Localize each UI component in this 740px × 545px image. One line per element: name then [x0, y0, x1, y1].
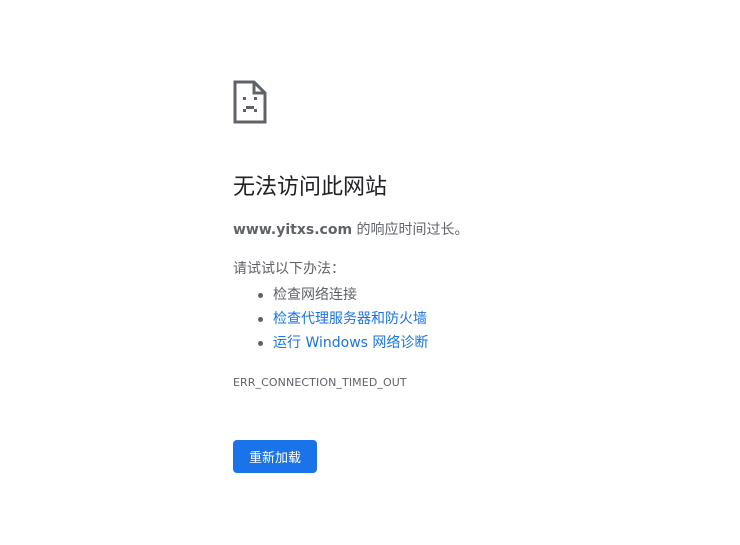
suggestion-run-diagnostics: 运行 Windows 网络诊断 — [258, 331, 713, 355]
reload-button[interactable]: 重新加载 — [233, 440, 317, 473]
suggestion-check-proxy-firewall: 检查代理服务器和防火墙 — [258, 307, 713, 331]
suggestion-check-network: 检查网络连接 — [258, 283, 713, 307]
run-network-diagnostics-link[interactable]: 运行 Windows 网络诊断 — [273, 335, 428, 351]
error-domain: www.yitxs.com — [233, 222, 353, 238]
error-summary-text: 的响应时间过长。 — [352, 222, 469, 238]
error-summary: www.yitxs.com 的响应时间过长。 — [233, 220, 713, 240]
suggestions-list: 检查网络连接 检查代理服务器和防火墙 运行 Windows 网络诊断 — [233, 283, 713, 355]
suggestions-intro: 请试试以下办法： — [233, 261, 345, 277]
error-page: 无法访问此网站 www.yitxs.com 的响应时间过长。 请试试以下办法： … — [0, 0, 740, 545]
sad-document-icon — [233, 80, 267, 124]
check-proxy-firewall-link[interactable]: 检查代理服务器和防火墙 — [273, 311, 427, 327]
error-title: 无法访问此网站 — [233, 175, 388, 200]
error-code: ERR_CONNECTION_TIMED_OUT — [233, 376, 407, 389]
error-content: 无法访问此网站 www.yitxs.com 的响应时间过长。 请试试以下办法： … — [233, 80, 713, 391]
